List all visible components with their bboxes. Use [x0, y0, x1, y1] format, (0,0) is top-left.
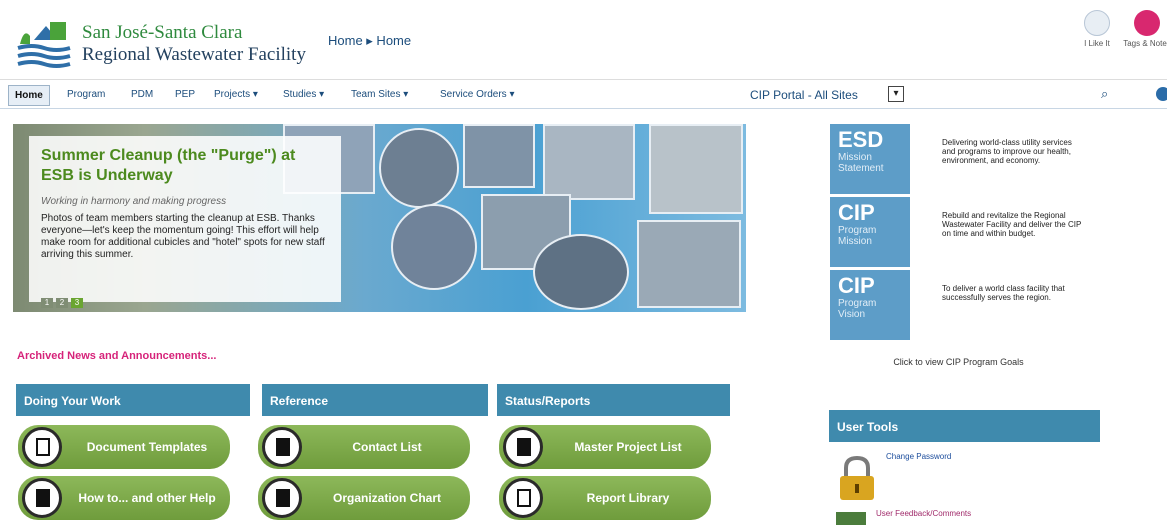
folder-icon — [22, 478, 62, 518]
mission-tile-title: CIP — [838, 200, 875, 225]
mission-tile-title: CIP — [838, 273, 875, 298]
portal-scope-label: CIP Portal - All Sites — [750, 88, 858, 102]
banner-photo — [543, 124, 635, 200]
banner-photo — [391, 204, 477, 290]
organization-chart-button[interactable]: Organization Chart — [258, 476, 470, 520]
report-library-button[interactable]: Report Library — [499, 476, 711, 520]
padlock-icon[interactable] — [836, 456, 878, 500]
news-banner[interactable]: Summer Cleanup (the "Purge") at ESB is U… — [13, 124, 746, 312]
portal-scope-dropdown[interactable]: ▾ — [888, 86, 904, 102]
mission-text: Rebuild and revitalize the Regional Wast… — [942, 211, 1082, 238]
mission-tile: ESD Mission Statement — [830, 124, 910, 194]
thumbs-up-icon — [1084, 10, 1110, 36]
banner-photo — [637, 220, 741, 308]
column-header-reference: Reference — [262, 384, 488, 416]
mission-tile: CIP Program Vision — [830, 270, 910, 340]
project-list-icon — [503, 427, 543, 467]
banner-body: Photos of team members starting the clea… — [41, 213, 325, 260]
column-header-status-reports: Status/Reports — [497, 384, 730, 416]
org-chart-glyph — [276, 489, 290, 507]
mission-tile-subtitle: Mission Statement — [838, 152, 884, 174]
button-label: How to... and other Help — [78, 491, 216, 505]
mission-row: CIP Program Mission Rebuild and revitali… — [830, 197, 1087, 267]
contact-list-icon — [262, 427, 302, 467]
tag-icon — [1134, 10, 1160, 36]
document-glyph — [36, 438, 50, 456]
mission-tile-subtitle: Program Mission — [838, 225, 877, 247]
button-label: Organization Chart — [332, 491, 441, 505]
i-like-it-label: I Like It — [1084, 39, 1110, 48]
user-feedback-link[interactable]: User Feedback/Comments — [876, 509, 971, 518]
site-header: San José-Santa Clara Regional Wastewater… — [0, 0, 1167, 80]
help-icon[interactable] — [1156, 87, 1167, 101]
button-label: Master Project List — [574, 440, 682, 454]
banner-photo — [379, 128, 459, 208]
column-header-doing-your-work: Doing Your Work — [16, 384, 250, 416]
banner-pager: 123 — [41, 292, 86, 310]
nav-item-team-sites[interactable]: Team Sites ▾ — [351, 89, 408, 100]
banner-page-3[interactable]: 3 — [71, 298, 83, 308]
button-label: Report Library — [586, 491, 670, 505]
document-icon — [22, 427, 62, 467]
report-icon — [503, 478, 543, 518]
program-goals-link[interactable]: Click to view CIP Program Goals — [830, 357, 1087, 367]
org-name-line1: San José-Santa Clara — [82, 22, 243, 43]
contact-list-glyph — [276, 438, 290, 456]
mission-row: CIP Program Vision To deliver a world cl… — [830, 270, 1087, 340]
nav-item-studies[interactable]: Studies ▾ — [283, 89, 324, 100]
mission-panel[interactable]: ESD Mission Statement Delivering world-c… — [830, 124, 1087, 340]
how-to-help-button[interactable]: How to... and other Help — [18, 476, 230, 520]
banner-subtitle: Working in harmony and making progress — [41, 196, 227, 207]
tags-notes-button[interactable]: Tags & Notes — [1122, 10, 1167, 49]
nav-item-projects[interactable]: Projects ▾ — [214, 89, 258, 100]
banner-photo — [463, 124, 535, 188]
folder-glyph — [36, 489, 50, 507]
banner-title[interactable]: Summer Cleanup (the "Purge") at ESB is U… — [41, 146, 329, 186]
button-label: Document Templates — [86, 440, 208, 454]
contact-list-button[interactable]: Contact List — [258, 425, 470, 469]
org-chart-icon — [262, 478, 302, 518]
mission-text: Delivering world-class utility services … — [942, 138, 1072, 165]
search-icon[interactable]: ⌕ — [1101, 86, 1108, 102]
mission-tile-title: ESD — [838, 127, 884, 152]
mission-row: ESD Mission Statement Delivering world-c… — [830, 124, 1087, 194]
tags-notes-label: Tags & Notes — [1123, 39, 1167, 48]
archived-news-link[interactable]: Archived News and Announcements... — [17, 350, 216, 362]
nav-item-pdm[interactable]: PDM — [131, 89, 153, 100]
nav-item-home[interactable]: Home — [8, 85, 50, 106]
mission-tile: CIP Program Mission — [830, 197, 910, 267]
banner-page-1[interactable]: 1 — [41, 298, 53, 308]
document-templates-button[interactable]: Document Templates — [18, 425, 230, 469]
i-like-it-button[interactable]: I Like It — [1072, 10, 1122, 49]
organization-name[interactable]: San José-Santa Clara Regional Wastewater… — [82, 22, 306, 66]
change-password-link[interactable]: Change Password — [886, 452, 951, 461]
top-navigation: Home Program PDM PEP Projects ▾ Studies … — [0, 83, 1167, 109]
nav-item-program[interactable]: Program — [67, 89, 105, 100]
nav-item-pep[interactable]: PEP — [175, 89, 195, 100]
banner-caption-card: Summer Cleanup (the "Purge") at ESB is U… — [29, 136, 341, 302]
breadcrumb[interactable]: Home ▸ Home — [328, 33, 411, 49]
org-name-line2: Regional Wastewater Facility — [82, 44, 306, 65]
banner-photo — [533, 234, 629, 310]
banner-page-2[interactable]: 2 — [56, 298, 68, 308]
mission-tile-subtitle: Program Vision — [838, 298, 877, 320]
master-project-list-button[interactable]: Master Project List — [499, 425, 711, 469]
feedback-icon[interactable] — [836, 512, 866, 525]
project-list-glyph — [517, 438, 531, 456]
report-glyph — [517, 489, 531, 507]
banner-photo — [649, 124, 743, 214]
nav-item-service-orders[interactable]: Service Orders ▾ — [440, 89, 514, 100]
mission-text: To deliver a world class facility that s… — [942, 284, 1065, 302]
user-tools-header: User Tools — [829, 410, 1100, 442]
button-label: Contact List — [352, 440, 422, 454]
facility-logo-icon[interactable] — [14, 14, 72, 70]
